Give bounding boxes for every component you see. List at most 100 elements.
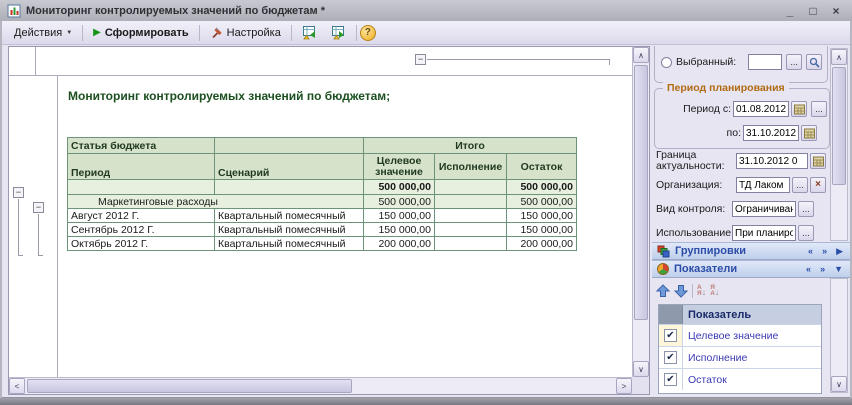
selected-search-button[interactable] xyxy=(806,54,822,70)
actions-menu-button[interactable]: Действия ▼ xyxy=(7,24,79,42)
expand-all-icon[interactable]: » xyxy=(820,246,829,256)
save-settings-button[interactable] xyxy=(324,22,353,43)
totals-empty-cell[interactable] xyxy=(68,180,215,195)
restore-settings-button[interactable] xyxy=(295,22,324,43)
list-item[interactable]: ✔ Остаток xyxy=(659,368,821,390)
control-kind-choose-button[interactable]: ... xyxy=(798,201,814,217)
usage-choose-button[interactable]: ... xyxy=(798,225,814,241)
groupings-section-header[interactable]: Группировки « » ▶ xyxy=(652,242,850,260)
period-to-calendar-button[interactable] xyxy=(801,125,817,141)
horizontal-scroll-thumb[interactable] xyxy=(27,379,352,393)
header-budget-item[interactable]: Статья бюджета xyxy=(68,138,215,154)
actuality-field[interactable] xyxy=(736,153,808,169)
cell-period[interactable]: Сентябрь 2012 Г. xyxy=(68,223,215,237)
row-group-collapse-button-inner[interactable]: − xyxy=(33,202,44,213)
header-target[interactable]: Целевое значение xyxy=(364,154,435,180)
list-item[interactable]: ✔ Целевое значение xyxy=(659,324,821,346)
usage-field[interactable] xyxy=(732,225,796,241)
expand-all-icon[interactable]: » xyxy=(818,264,827,274)
scroll-up-icon[interactable]: ∧ xyxy=(633,47,649,63)
group-execution[interactable] xyxy=(435,195,507,209)
vertical-scroll-thumb[interactable] xyxy=(634,65,648,320)
totals-execution[interactable] xyxy=(435,180,507,195)
actuality-calendar-button[interactable] xyxy=(810,153,826,169)
period-to-field[interactable] xyxy=(743,125,799,141)
panel-scrollbar-top[interactable]: ∧ xyxy=(830,48,848,241)
scroll-right-icon[interactable]: > xyxy=(616,378,632,394)
cell-scenario[interactable]: Квартальный помесячный xyxy=(215,237,364,251)
report-horizontal-scrollbar[interactable]: < > xyxy=(9,377,632,394)
checkbox[interactable]: ✔ xyxy=(664,351,677,364)
cell-target[interactable]: 200 000,00 xyxy=(364,237,435,251)
organization-clear-button[interactable]: × xyxy=(810,177,826,193)
groupings-expand-icon[interactable]: ▶ xyxy=(834,246,845,257)
organization-field[interactable] xyxy=(736,177,790,193)
close-button[interactable]: × xyxy=(827,4,845,18)
checkbox[interactable]: ✔ xyxy=(664,329,677,342)
scroll-down-icon[interactable]: ∨ xyxy=(831,376,847,392)
list-item[interactable]: ✔ Исполнение xyxy=(659,346,821,368)
collapse-all-icon[interactable]: « xyxy=(806,246,815,256)
totals-target[interactable]: 500 000,00 xyxy=(364,180,435,195)
row-group-line-outer xyxy=(18,199,19,255)
control-kind-field[interactable] xyxy=(732,201,796,217)
cell-scenario[interactable]: Квартальный помесячный xyxy=(215,223,364,237)
column-group-collapse-button[interactable]: − xyxy=(415,54,426,65)
header-period[interactable]: Период xyxy=(68,154,215,180)
sort-descending-button[interactable]: ЯА ↓ xyxy=(710,285,719,297)
cell-execution[interactable] xyxy=(435,223,507,237)
indicator-label[interactable]: Исполнение xyxy=(683,347,821,368)
panel-scrollbar-bottom[interactable]: ∨ xyxy=(830,278,848,393)
cell-target[interactable]: 150 000,00 xyxy=(364,223,435,237)
group-label[interactable]: Маркетинговые расходы xyxy=(68,195,364,209)
cell-remainder[interactable]: 150 000,00 xyxy=(507,223,577,237)
cell-scenario[interactable]: Квартальный помесячный xyxy=(215,209,364,223)
collapse-all-icon[interactable]: « xyxy=(804,264,813,274)
cell-execution[interactable] xyxy=(435,237,507,251)
sort-ascending-button[interactable]: АЯ ↓ xyxy=(697,285,706,297)
row-group-collapse-button-outer[interactable]: − xyxy=(13,187,24,198)
cell-period[interactable]: Октябрь 2012 Г. xyxy=(68,237,215,251)
move-down-button[interactable] xyxy=(674,284,688,298)
selected-radio[interactable] xyxy=(661,57,672,68)
cell-remainder[interactable]: 200 000,00 xyxy=(507,237,577,251)
report-vertical-scrollbar[interactable]: ∧ ∨ xyxy=(632,47,649,377)
check-icon: ✔ xyxy=(666,331,674,341)
scroll-left-icon[interactable]: < xyxy=(9,378,25,394)
indicator-label[interactable]: Целевое значение xyxy=(683,325,821,346)
totals-empty-cell[interactable] xyxy=(215,180,364,195)
cell-remainder[interactable]: 150 000,00 xyxy=(507,209,577,223)
indicator-label[interactable]: Остаток xyxy=(683,369,821,390)
cell-target[interactable]: 150 000,00 xyxy=(364,209,435,223)
indicators-collapse-icon[interactable]: ▼ xyxy=(832,264,845,274)
group-remainder[interactable]: 500 000,00 xyxy=(507,195,577,209)
scroll-up-icon[interactable]: ∧ xyxy=(831,49,847,65)
indicators-section-header[interactable]: Показатели « » ▼ xyxy=(652,260,850,278)
selected-choose-button[interactable]: ... xyxy=(786,54,802,70)
help-button[interactable]: ? xyxy=(360,25,376,41)
cell-period[interactable]: Август 2012 Г. xyxy=(68,209,215,223)
period-from-field[interactable] xyxy=(733,101,789,117)
settings-button[interactable]: Настройка xyxy=(203,23,288,42)
checkbox[interactable]: ✔ xyxy=(664,373,677,386)
totals-remainder[interactable]: 500 000,00 xyxy=(507,180,577,195)
header-scenario[interactable]: Сценарий xyxy=(215,154,364,180)
period-to-label: по: xyxy=(655,127,741,139)
header-remainder[interactable]: Остаток xyxy=(507,154,577,180)
cell-execution[interactable] xyxy=(435,209,507,223)
period-from-calendar-button[interactable] xyxy=(791,101,807,117)
generate-label: Сформировать xyxy=(105,27,189,39)
scroll-down-icon[interactable]: ∨ xyxy=(633,361,649,377)
organization-choose-button[interactable]: ... xyxy=(792,177,808,193)
move-up-button[interactable] xyxy=(656,284,670,298)
period-choose-button[interactable]: ... xyxy=(811,101,827,117)
panel-scroll-thumb[interactable] xyxy=(832,67,846,185)
header-empty[interactable] xyxy=(215,138,364,154)
selected-value-field[interactable] xyxy=(748,54,782,70)
group-target[interactable]: 500 000,00 xyxy=(364,195,435,209)
header-total[interactable]: Итого xyxy=(364,138,577,154)
generate-button[interactable]: ▶ Сформировать xyxy=(86,24,196,42)
maximize-button[interactable]: □ xyxy=(804,4,822,18)
header-execution[interactable]: Исполнение xyxy=(435,154,507,180)
minimize-button[interactable]: _ xyxy=(781,4,799,18)
